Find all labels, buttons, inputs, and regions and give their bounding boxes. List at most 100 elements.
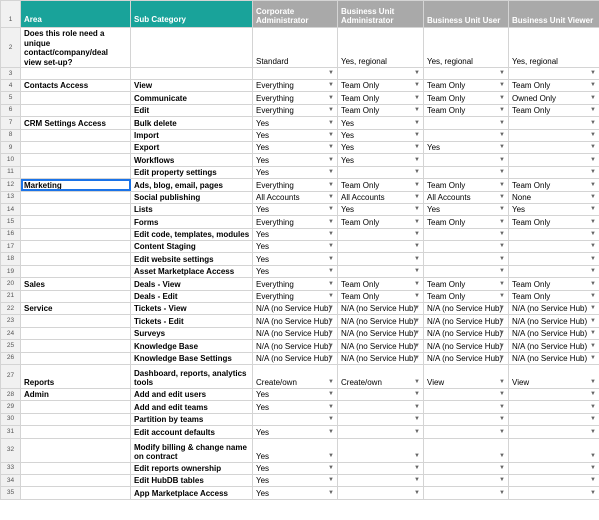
dropdown-arrow-icon[interactable]: ▼ xyxy=(499,279,505,289)
header-area[interactable]: Area xyxy=(20,0,131,28)
permission-cell[interactable]: ▼ xyxy=(508,67,599,80)
dropdown-arrow-icon[interactable]: ▼ xyxy=(590,130,596,140)
row-number[interactable]: 17 xyxy=(0,240,21,254)
permission-cell[interactable]: Standard xyxy=(252,27,338,68)
permission-cell[interactable]: N/A (no Service Hub) ▼ xyxy=(423,351,509,366)
permission-cell[interactable]: ▼ xyxy=(423,264,509,279)
dropdown-arrow-icon[interactable]: ▼ xyxy=(499,254,505,264)
permission-cell[interactable]: Yes ▼ xyxy=(252,165,338,180)
dropdown-arrow-icon[interactable]: ▼ xyxy=(499,242,505,252)
area-cell[interactable] xyxy=(20,202,131,217)
permission-cell[interactable]: Yes ▼ xyxy=(252,461,338,475)
permission-cell[interactable]: ▼ xyxy=(337,165,424,180)
permission-cell[interactable]: Yes ▼ xyxy=(252,252,338,266)
dropdown-arrow-icon[interactable]: ▼ xyxy=(414,81,420,91)
permission-cell[interactable]: ▼ xyxy=(337,425,424,439)
dropdown-arrow-icon[interactable]: ▼ xyxy=(499,180,505,190)
permission-cell[interactable]: Team Only ▼ xyxy=(423,178,509,192)
dropdown-arrow-icon[interactable]: ▼ xyxy=(414,217,420,227)
permission-cell[interactable]: N/A (no Service Hub) ▼ xyxy=(252,351,338,366)
area-cell[interactable] xyxy=(20,461,131,475)
dropdown-arrow-icon[interactable]: ▼ xyxy=(414,414,420,424)
dropdown-arrow-icon[interactable]: ▼ xyxy=(414,475,420,485)
dropdown-arrow-icon[interactable]: ▼ xyxy=(414,105,420,115)
dropdown-arrow-icon[interactable]: ▼ xyxy=(499,142,505,152)
dropdown-arrow-icon[interactable]: ▼ xyxy=(328,242,334,252)
sub-category-cell[interactable]: Edit property settings xyxy=(130,165,253,180)
permission-cell[interactable]: Team Only ▼ xyxy=(508,103,599,118)
permission-cell[interactable]: Team Only ▼ xyxy=(337,91,424,105)
permission-cell[interactable]: ▼ xyxy=(337,461,424,475)
area-cell[interactable]: Marketing xyxy=(20,178,131,192)
permission-cell[interactable]: ▼ xyxy=(423,116,509,130)
row-number[interactable]: 18 xyxy=(0,252,21,266)
permission-cell[interactable]: ▼ xyxy=(423,165,509,180)
permission-cell[interactable]: ▼ xyxy=(508,227,599,242)
permission-cell[interactable]: Everything ▼ xyxy=(252,277,338,291)
dropdown-arrow-icon[interactable]: ▼ xyxy=(590,69,596,79)
header-sub-category[interactable]: Sub Category xyxy=(130,0,253,28)
permission-cell[interactable]: N/A (no Service Hub) ▼ xyxy=(508,302,599,316)
dropdown-arrow-icon[interactable]: ▼ xyxy=(590,390,596,400)
permission-cell[interactable]: N/A (no Service Hub) ▼ xyxy=(337,314,424,328)
dropdown-arrow-icon[interactable]: ▼ xyxy=(414,130,420,140)
permission-cell[interactable]: ▼ xyxy=(337,67,424,80)
permission-cell[interactable]: N/A (no Service Hub) ▼ xyxy=(508,314,599,328)
row-number[interactable]: 1 xyxy=(0,0,21,28)
dropdown-arrow-icon[interactable]: ▼ xyxy=(328,279,334,289)
dropdown-arrow-icon[interactable]: ▼ xyxy=(414,142,420,152)
area-cell[interactable] xyxy=(20,190,131,204)
dropdown-arrow-icon[interactable]: ▼ xyxy=(328,377,334,387)
permission-cell[interactable]: Team Only ▼ xyxy=(337,289,424,304)
dropdown-arrow-icon[interactable]: ▼ xyxy=(328,475,334,485)
dropdown-arrow-icon[interactable]: ▼ xyxy=(590,105,596,115)
dropdown-arrow-icon[interactable]: ▼ xyxy=(499,463,505,473)
dropdown-arrow-icon[interactable]: ▼ xyxy=(590,242,596,252)
row-number[interactable]: 20 xyxy=(0,277,21,291)
dropdown-arrow-icon[interactable]: ▼ xyxy=(499,451,505,461)
permission-cell[interactable]: ▼ xyxy=(337,486,424,500)
permission-cell[interactable]: Team Only ▼ xyxy=(337,215,424,229)
permission-cell[interactable]: ▼ xyxy=(423,400,509,414)
sub-category-cell[interactable]: Workflows xyxy=(130,153,253,167)
sub-category-cell[interactable]: Bulk delete xyxy=(130,116,253,130)
area-cell[interactable] xyxy=(20,91,131,105)
dropdown-arrow-icon[interactable]: ▼ xyxy=(328,105,334,115)
sub-category-cell[interactable]: Edit website settings xyxy=(130,252,253,266)
permission-cell[interactable]: Create/own ▼ xyxy=(337,363,424,389)
permission-cell[interactable]: ▼ xyxy=(337,387,424,402)
area-cell[interactable]: Contacts Access xyxy=(20,78,131,93)
permission-cell[interactable]: Yes ▼ xyxy=(252,473,338,488)
area-cell[interactable] xyxy=(20,314,131,328)
area-cell[interactable] xyxy=(20,128,131,142)
sub-category-cell[interactable] xyxy=(130,67,253,80)
permission-cell[interactable]: Yes ▼ xyxy=(252,128,338,142)
permission-cell[interactable]: Everything ▼ xyxy=(252,289,338,304)
row-number[interactable]: 34 xyxy=(0,473,21,488)
dropdown-arrow-icon[interactable]: ▼ xyxy=(590,118,596,128)
dropdown-arrow-icon[interactable]: ▼ xyxy=(590,142,596,152)
permission-cell[interactable]: ▼ xyxy=(508,240,599,254)
permission-cell[interactable]: Team Only ▼ xyxy=(508,78,599,93)
dropdown-arrow-icon[interactable]: ▼ xyxy=(328,69,334,79)
permission-cell[interactable]: View ▼ xyxy=(508,363,599,389)
dropdown-arrow-icon[interactable]: ▼ xyxy=(414,377,420,387)
permission-cell[interactable]: ▼ xyxy=(423,473,509,488)
permission-cell[interactable]: N/A (no Service Hub) ▼ xyxy=(252,339,338,353)
permission-cell[interactable]: Yes ▼ xyxy=(337,153,424,167)
permission-cell[interactable]: ▼ xyxy=(508,387,599,402)
dropdown-arrow-icon[interactable]: ▼ xyxy=(499,488,505,498)
dropdown-arrow-icon[interactable]: ▼ xyxy=(590,266,596,276)
sub-category-cell[interactable]: Import xyxy=(130,128,253,142)
sub-category-cell[interactable]: Edit xyxy=(130,103,253,118)
sub-category-cell[interactable]: Deals - Edit xyxy=(130,289,253,304)
dropdown-arrow-icon[interactable]: ▼ xyxy=(499,155,505,165)
dropdown-arrow-icon[interactable]: ▼ xyxy=(499,204,505,214)
dropdown-arrow-icon[interactable]: ▼ xyxy=(328,266,334,276)
permission-cell[interactable]: ▼ xyxy=(337,264,424,279)
dropdown-arrow-icon[interactable]: ▼ xyxy=(414,291,420,301)
row-number[interactable]: 4 xyxy=(0,78,21,93)
dropdown-arrow-icon[interactable]: ▼ xyxy=(499,291,505,301)
dropdown-arrow-icon[interactable]: ▼ xyxy=(328,142,334,152)
permission-cell[interactable]: N/A (no Service Hub) ▼ xyxy=(337,339,424,353)
